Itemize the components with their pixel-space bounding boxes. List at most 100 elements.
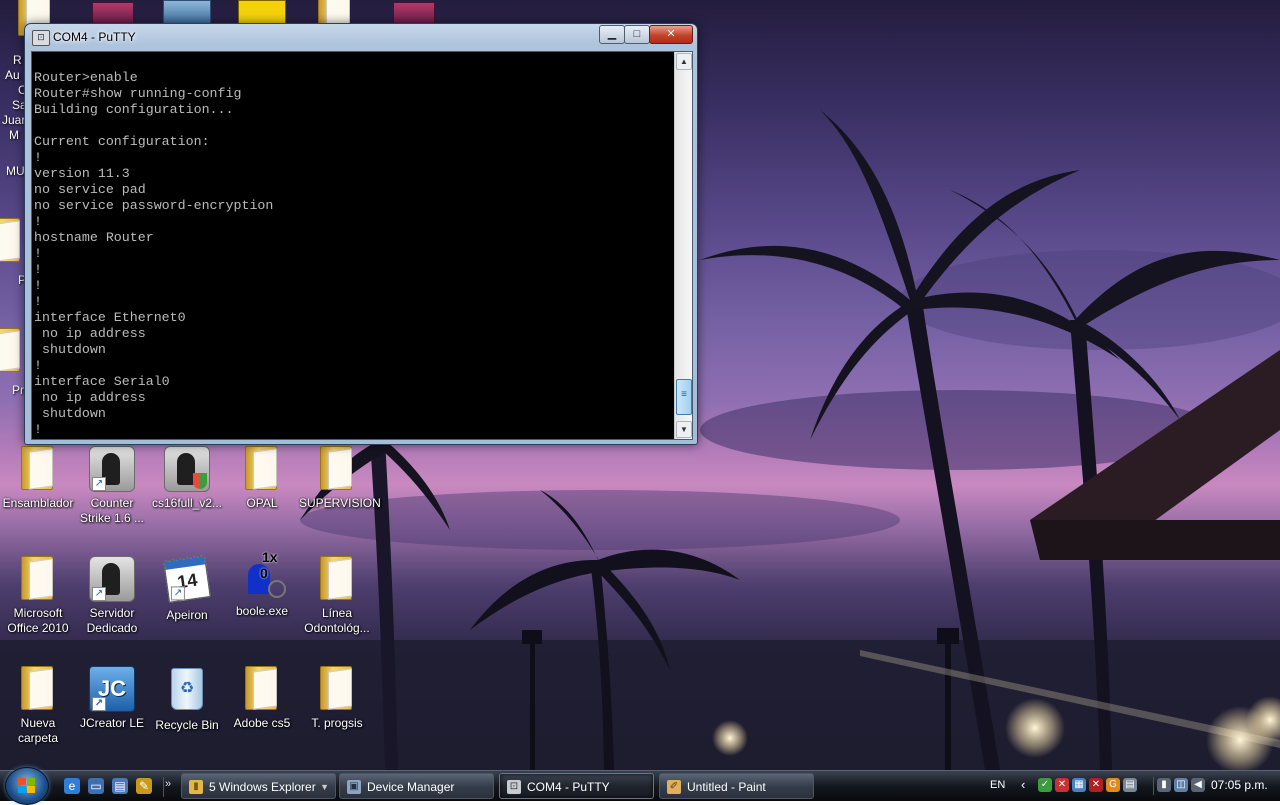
icon-label: OPAL bbox=[246, 496, 278, 510]
icon-label: Ensamblador bbox=[2, 496, 74, 510]
device-manager-icon: ▣ bbox=[347, 780, 361, 794]
desktop-icon-ensamblador[interactable]: Ensamblador bbox=[0, 444, 76, 511]
terminal-line: ! bbox=[34, 214, 42, 229]
desktop-icon-servidor-dedicado[interactable]: ↗ Servidor Dedicado bbox=[74, 554, 150, 636]
volume-icon[interactable]: ◀ bbox=[1191, 778, 1205, 792]
folder-icon bbox=[21, 446, 55, 490]
terminal-line: ! bbox=[34, 262, 42, 277]
settings-tool-icon[interactable] bbox=[163, 0, 211, 24]
terminal-line: shutdown bbox=[34, 342, 106, 357]
terminal-area[interactable]: Router>enable Router#show running-config B… bbox=[31, 51, 693, 440]
terminal-line: no service pad bbox=[34, 182, 146, 197]
security-alert-icon[interactable]: ✕ bbox=[1055, 778, 1069, 792]
desktop-icon-jcreator[interactable]: JC ↗ JCreator LE bbox=[74, 664, 150, 731]
window-titlebar[interactable]: ⊡ COM4 - PuTTY ▁ □ ✕ bbox=[25, 24, 697, 50]
terminal-line: Router>enable bbox=[34, 70, 138, 85]
language-indicator[interactable]: EN bbox=[990, 771, 1005, 799]
terminal-line: hostname Router bbox=[34, 230, 154, 245]
quick-launch-more-button[interactable]: » bbox=[165, 778, 171, 790]
terminal-line: Current configuration: bbox=[34, 134, 210, 149]
terminal-line: interface Ethernet0 bbox=[34, 310, 186, 325]
vertical-scrollbar[interactable]: ▲ ▼ bbox=[674, 52, 692, 439]
desktop-icon-cs16full[interactable]: cs16full_v2... bbox=[149, 444, 225, 511]
folder-icon[interactable] bbox=[0, 328, 22, 372]
folder-icon: ▮ bbox=[189, 780, 203, 794]
task-label: COM4 - PuTTY bbox=[527, 780, 610, 794]
desktop-icon-opal[interactable]: OPAL bbox=[224, 444, 300, 511]
partial-label: Au bbox=[5, 68, 20, 82]
desktop-icon-recycle-bin[interactable]: ♻ Recycle Bin bbox=[149, 664, 225, 733]
maximize-button[interactable]: □ bbox=[624, 25, 650, 44]
switch-windows-icon[interactable]: ▤ bbox=[112, 778, 128, 794]
putty-icon: ⊡ bbox=[507, 780, 521, 794]
task-label: Untitled - Paint bbox=[687, 780, 766, 794]
scroll-down-button[interactable]: ▼ bbox=[676, 421, 692, 438]
internet-explorer-icon[interactable]: e bbox=[64, 778, 80, 794]
terminal-output[interactable]: Router>enable Router#show running-config B… bbox=[32, 52, 675, 439]
terminal-line: ! bbox=[34, 422, 42, 437]
terminal-line: no ip address bbox=[34, 326, 146, 341]
terminal-line: Router#show running-config bbox=[34, 86, 242, 101]
icon-label: cs16full_v2... bbox=[151, 496, 223, 510]
desktop-icon-adobe-cs5[interactable]: Adobe cs5 bbox=[224, 664, 300, 731]
desktop-icon-supervision[interactable]: SUPERVISION bbox=[299, 444, 381, 511]
pencil-app-icon[interactable]: ✎ bbox=[136, 778, 152, 794]
task-label: Device Manager bbox=[367, 780, 455, 794]
putty-window[interactable]: ⊡ COM4 - PuTTY ▁ □ ✕ Router>enable Router… bbox=[24, 23, 698, 445]
terminal-line: shutdown bbox=[34, 406, 106, 421]
close-button[interactable]: ✕ bbox=[649, 25, 693, 44]
counter-strike-installer-icon bbox=[164, 446, 210, 492]
signal-app-icon[interactable] bbox=[238, 0, 286, 24]
scroll-up-button[interactable]: ▲ bbox=[676, 53, 692, 70]
folder-icon bbox=[320, 666, 354, 710]
terminal-line: no service password-encryption bbox=[34, 198, 274, 213]
icon-label: T. progsis bbox=[311, 716, 363, 730]
partial-label: R bbox=[13, 53, 22, 67]
desktop-icon-t-progsis[interactable]: T. progsis bbox=[299, 664, 375, 731]
task-putty[interactable]: ⊡ COM4 - PuTTY bbox=[499, 773, 654, 799]
icon-label: Adobe cs5 bbox=[233, 716, 291, 730]
minimize-button[interactable]: ▁ bbox=[599, 25, 625, 44]
archive-icon[interactable] bbox=[393, 2, 435, 24]
terminal-line: Building configuration... bbox=[34, 102, 234, 117]
battery-icon[interactable]: ▮ bbox=[1157, 778, 1171, 792]
network-icon[interactable]: ▦ bbox=[1072, 778, 1086, 792]
terminal-line: version 11.3 bbox=[34, 166, 130, 181]
archive-icon[interactable] bbox=[92, 2, 134, 24]
counter-strike-icon: ↗ bbox=[89, 446, 135, 492]
desktop-icon-microsoft-office[interactable]: Microsoft Office 2010 bbox=[0, 554, 76, 636]
paint-icon: ✐ bbox=[667, 780, 681, 794]
show-hidden-icons-button[interactable]: ‹ bbox=[1021, 771, 1025, 799]
terminal-line: ! bbox=[34, 150, 42, 165]
task-device-manager[interactable]: ▣ Device Manager bbox=[339, 773, 494, 799]
start-button[interactable] bbox=[5, 767, 49, 805]
printer-icon[interactable]: ▤ bbox=[1123, 778, 1137, 792]
wireless-icon[interactable]: ◫ bbox=[1174, 778, 1188, 792]
desktop-icon-linea-odontologica[interactable]: Línea Odontológ... bbox=[299, 554, 375, 636]
putty-icon[interactable]: ⊡ bbox=[32, 30, 50, 46]
partial-label: Pr bbox=[12, 383, 24, 397]
folder-icon[interactable] bbox=[0, 218, 22, 262]
desktop-icon-nueva-carpeta[interactable]: Nueva carpeta bbox=[0, 664, 76, 746]
folder-icon bbox=[320, 556, 354, 600]
partial-label: Juar bbox=[2, 113, 26, 127]
task-windows-explorer[interactable]: ▮ 5 Windows Explorer ▼ bbox=[181, 773, 336, 799]
icon-label: JCreator LE bbox=[79, 716, 145, 730]
update-icon[interactable]: G bbox=[1106, 778, 1120, 792]
windows-logo-icon bbox=[18, 778, 36, 794]
task-paint[interactable]: ✐ Untitled - Paint bbox=[659, 773, 814, 799]
desktop-icon-boole[interactable]: 1x 0 boole.exe bbox=[224, 550, 300, 619]
icon-label: SUPERVISION bbox=[299, 496, 381, 510]
scrollbar-thumb[interactable] bbox=[676, 379, 692, 415]
desktop-icon-counter-strike[interactable]: ↗ Counter Strike 1.6 ... bbox=[74, 444, 150, 526]
desktop-icon-apeiron[interactable]: 14 ↗ Apeiron bbox=[149, 554, 225, 623]
icon-label: Línea Odontológ... bbox=[304, 606, 370, 635]
antivirus-icon[interactable]: ✕ bbox=[1089, 778, 1103, 792]
terminal-line: no ip address bbox=[34, 390, 146, 405]
icon-label: Recycle Bin bbox=[155, 718, 219, 732]
show-desktop-icon[interactable]: ▭ bbox=[88, 778, 104, 794]
clock[interactable]: 07:05 p.m. bbox=[1211, 771, 1268, 799]
terminal-line: ! bbox=[34, 278, 42, 293]
safely-remove-icon[interactable]: ✓ bbox=[1038, 778, 1052, 792]
